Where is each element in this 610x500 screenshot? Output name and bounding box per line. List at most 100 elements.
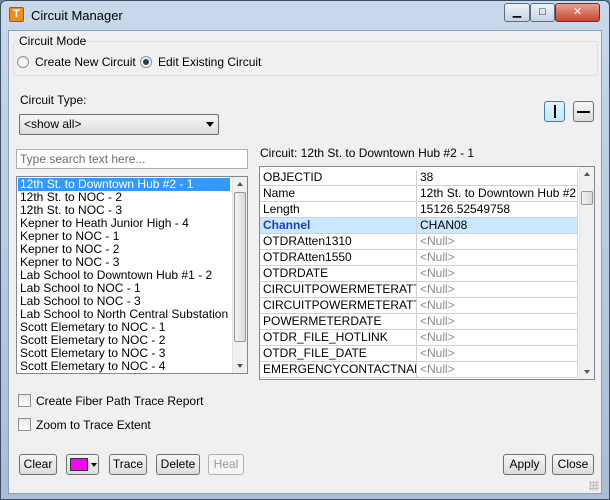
attribute-value-cell[interactable]: <Null>: [417, 362, 578, 378]
window-title: Circuit Manager: [31, 8, 123, 23]
attribute-value-cell[interactable]: <Null>: [417, 250, 578, 266]
scroll-down-icon[interactable]: [580, 365, 594, 379]
attribute-grid-scrollbar[interactable]: [579, 167, 594, 379]
vertical-split-button[interactable]: [544, 101, 565, 122]
attribute-value-cell[interactable]: <Null>: [417, 282, 578, 298]
attribute-name-cell: CIRCUITPOWERMETERATTEN: [260, 298, 417, 314]
list-item[interactable]: Lab School to NOC - 3: [18, 295, 230, 308]
fiber-report-label[interactable]: Create Fiber Path Trace Report: [36, 394, 203, 408]
circuit-list-scrollbar[interactable]: [232, 177, 247, 373]
horizontal-bar-icon: [577, 111, 590, 113]
list-item[interactable]: Scott Elemetary to NOC - 2: [18, 334, 230, 347]
table-row[interactable]: OBJECTID 38: [260, 170, 578, 186]
scrollbar-thumb[interactable]: [581, 191, 593, 205]
table-row[interactable]: OTDRAtten1550 <Null>: [260, 250, 578, 266]
zoom-extent-checkbox[interactable]: [18, 418, 31, 431]
attribute-name-cell: Name: [260, 186, 417, 202]
list-item[interactable]: 12th St. to NOC - 2: [18, 191, 230, 204]
attribute-name-cell: EMERGENCYCONTACTNAME: [260, 362, 417, 378]
scroll-down-icon[interactable]: [233, 359, 247, 373]
attribute-name-cell: Channel: [260, 218, 417, 234]
trace-color-button[interactable]: [66, 454, 99, 475]
chevron-down-icon: [206, 122, 214, 127]
search-input[interactable]: [16, 149, 248, 169]
table-row[interactable]: OTDR_FILE_DATE <Null>: [260, 346, 578, 362]
attribute-value-cell[interactable]: 15126.52549758: [417, 202, 578, 218]
color-swatch: [70, 458, 88, 471]
scrollbar-thumb[interactable]: [234, 192, 246, 342]
list-item[interactable]: Lab School to NOC - 1: [18, 282, 230, 295]
scroll-up-icon[interactable]: [580, 167, 594, 181]
table-row[interactable]: CIRCUITPOWERMETERATTEN<Null>: [260, 282, 578, 298]
circuit-list[interactable]: 12th St. to Downtown Hub #2 - 1 12th St. …: [16, 176, 248, 374]
zoom-extent-label[interactable]: Zoom to Trace Extent: [36, 418, 151, 432]
attribute-value-cell[interactable]: <Null>: [417, 314, 578, 330]
vertical-bar-icon: [554, 105, 556, 118]
attribute-name-cell: OTDRDATE: [260, 266, 417, 282]
fiber-report-checkbox[interactable]: [18, 394, 31, 407]
circuit-type-dropdown[interactable]: <show all>: [19, 114, 219, 135]
clear-button[interactable]: Clear: [19, 454, 57, 475]
table-row[interactable]: EMERGENCYCONTACTNAME <Null>: [260, 362, 578, 378]
attribute-name-cell: OTDR_FILE_DATE: [260, 346, 417, 362]
table-row[interactable]: POWERMETERDATE <Null>: [260, 314, 578, 330]
attribute-name-cell: OTDR_FILE_HOTLINK: [260, 330, 417, 346]
list-item[interactable]: Scott Elemetary to NOC - 3: [18, 347, 230, 360]
attribute-value-cell[interactable]: <Null>: [417, 298, 578, 314]
attribute-value-cell[interactable]: 12th St. to Downtown Hub #2 - 1: [417, 186, 578, 202]
attribute-value-cell[interactable]: <Null>: [417, 346, 578, 362]
circuit-manager-window: T Circuit Manager ▁ □ ✕ Circuit Mode Cre…: [0, 0, 610, 500]
list-item[interactable]: Lab School to North Central Substation -…: [18, 308, 230, 321]
circuit-type-label: Circuit Type:: [20, 93, 87, 107]
list-item[interactable]: Scott Elemetary to NOC - 4: [18, 360, 230, 373]
list-item[interactable]: Kepner to NOC - 3: [18, 256, 230, 269]
list-item[interactable]: Lab School to Downtown Hub #1 - 2: [18, 269, 230, 282]
scroll-up-icon[interactable]: [233, 177, 247, 191]
attribute-name-cell: OTDRAtten1550: [260, 250, 417, 266]
minimize-button[interactable]: ▁: [504, 3, 530, 22]
list-item[interactable]: 12th St. to NOC - 3: [18, 204, 230, 217]
create-new-circuit-label[interactable]: Create New Circuit: [35, 55, 136, 69]
table-row[interactable]: OTDRAtten1310 <Null>: [260, 234, 578, 250]
trace-button[interactable]: Trace: [109, 454, 147, 475]
horizontal-split-button[interactable]: [573, 101, 594, 122]
attribute-name-cell: Length: [260, 202, 417, 218]
attribute-value-cell[interactable]: <Null>: [417, 330, 578, 346]
attribute-value-cell[interactable]: CHAN08: [417, 218, 578, 234]
attribute-grid[interactable]: OBJECTID 38 Name 12th St. to Downtown Hub #…: [259, 166, 595, 380]
list-item[interactable]: Scott Elemetary to NOC - 1: [18, 321, 230, 334]
edit-existing-circuit-radio[interactable]: [140, 56, 152, 68]
attribute-name-cell: OTDRAtten1310: [260, 234, 417, 250]
dialog-client: Circuit Mode Create New Circuit Edit Exi…: [8, 30, 602, 494]
table-row[interactable]: Length 15126.52549758: [260, 202, 578, 218]
table-row[interactable]: OTDR_FILE_HOTLINK <Null>: [260, 330, 578, 346]
attribute-value-cell[interactable]: 38: [417, 170, 578, 186]
table-row[interactable]: Name 12th St. to Downtown Hub #2 - 1: [260, 186, 578, 202]
list-item[interactable]: Kepner to NOC - 2: [18, 243, 230, 256]
list-item[interactable]: 12th St. to Downtown Hub #2 - 1: [18, 178, 230, 191]
apply-button[interactable]: Apply: [503, 454, 546, 475]
resize-grip[interactable]: [589, 481, 599, 491]
create-new-circuit-radio[interactable]: [17, 56, 29, 68]
close-button[interactable]: Close: [552, 454, 594, 475]
attribute-name-cell: OBJECTID: [260, 170, 417, 186]
list-item[interactable]: Kepner to Heath Junior High - 4: [18, 217, 230, 230]
table-row[interactable]: OTDRDATE <Null>: [260, 266, 578, 282]
attribute-value-cell[interactable]: <Null>: [417, 266, 578, 282]
list-item[interactable]: Kepner to NOC - 1: [18, 230, 230, 243]
close-window-button[interactable]: ✕: [555, 3, 600, 22]
heal-button[interactable]: Heal: [208, 454, 244, 475]
attribute-name-cell: POWERMETERDATE: [260, 314, 417, 330]
table-row[interactable]: CIRCUITPOWERMETERATTEN<Null>: [260, 298, 578, 314]
attribute-value-cell[interactable]: <Null>: [417, 234, 578, 250]
circuit-type-selected: <show all>: [24, 117, 82, 131]
maximize-button[interactable]: □: [530, 3, 555, 22]
table-row[interactable]: Channel CHAN08: [260, 218, 578, 234]
app-icon: T: [9, 7, 24, 22]
chevron-down-icon: [91, 463, 97, 467]
attribute-name-cell: CIRCUITPOWERMETERATTEN: [260, 282, 417, 298]
title-bar[interactable]: T Circuit Manager ▁ □ ✕: [1, 1, 609, 29]
edit-existing-circuit-label[interactable]: Edit Existing Circuit: [158, 55, 261, 69]
delete-button[interactable]: Delete: [156, 454, 200, 475]
circuit-header: Circuit: 12th St. to Downtown Hub #2 - 1: [260, 146, 475, 160]
